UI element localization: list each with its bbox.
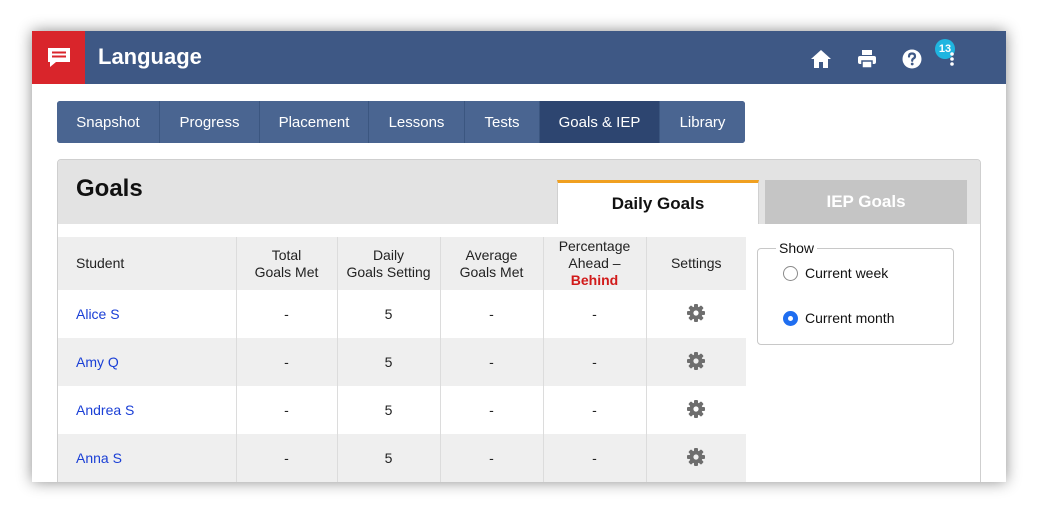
show-legend: Show: [776, 240, 818, 256]
col-student[interactable]: Student: [58, 237, 237, 290]
total-goals-met-cell: -: [236, 290, 338, 338]
student-link[interactable]: Amy Q: [76, 354, 119, 370]
tab-goals-iep[interactable]: Goals & IEP: [540, 101, 660, 143]
percentage-cell: -: [543, 290, 647, 338]
home-icon[interactable]: [810, 48, 832, 70]
gear-icon[interactable]: [686, 447, 706, 467]
total-goals-met-cell: -: [236, 434, 338, 482]
app-window: Language 13 Snapshot Progress Placement …: [32, 31, 1006, 482]
daily-goals-setting-cell: 5: [337, 434, 441, 482]
table-header-row: Student Total Goals Met Daily Goals Sett…: [58, 237, 746, 290]
average-goals-met-cell: -: [440, 338, 544, 386]
student-link[interactable]: Andrea S: [76, 402, 134, 418]
percentage-cell: -: [543, 434, 647, 482]
goals-title: Goals: [76, 175, 143, 202]
tab-daily-goals[interactable]: Daily Goals: [557, 180, 759, 224]
goals-panel-header: Goals Daily Goals IEP Goals: [58, 160, 980, 224]
radio-current-week[interactable]: Current week: [783, 265, 888, 281]
total-goals-met-cell: -: [236, 386, 338, 434]
tab-iep-goals[interactable]: IEP Goals: [765, 180, 967, 224]
table-row: Andrea S - 5 - -: [58, 386, 746, 434]
tab-library[interactable]: Library: [660, 101, 745, 143]
gear-icon[interactable]: [686, 303, 706, 323]
help-icon[interactable]: [901, 48, 923, 70]
gear-icon[interactable]: [686, 351, 706, 371]
col-total-goals-met[interactable]: Total Goals Met: [236, 237, 338, 290]
table-row: Amy Q - 5 - -: [58, 338, 746, 386]
col-settings: Settings: [646, 237, 746, 290]
col-percentage[interactable]: Percentage Ahead – Behind: [543, 237, 647, 290]
average-goals-met-cell: -: [440, 434, 544, 482]
table-row: Alice S - 5 - -: [58, 290, 746, 338]
radio-unchecked-icon[interactable]: [783, 265, 798, 281]
percentage-cell: -: [543, 386, 647, 434]
student-link[interactable]: Anna S: [76, 450, 122, 466]
tab-tests[interactable]: Tests: [465, 101, 540, 143]
col-daily-goals-setting[interactable]: Daily Goals Setting: [337, 237, 441, 290]
radio-label-current-month: Current month: [805, 310, 895, 326]
goals-panel: Goals Daily Goals IEP Goals Student Tota…: [57, 159, 981, 482]
show-filter-group: Show Current week Current month: [757, 240, 954, 345]
print-icon[interactable]: [856, 48, 878, 70]
average-goals-met-cell: -: [440, 290, 544, 338]
goals-table: Student Total Goals Met Daily Goals Sett…: [58, 237, 746, 482]
average-goals-met-cell: -: [440, 386, 544, 434]
more-vertical-icon[interactable]: [947, 48, 957, 70]
radio-checked-icon[interactable]: [783, 310, 798, 326]
daily-goals-setting-cell: 5: [337, 338, 441, 386]
col-average-goals-met[interactable]: Average Goals Met: [440, 237, 544, 290]
app-title: Language: [98, 44, 202, 69]
daily-goals-setting-cell: 5: [337, 290, 441, 338]
header-bar: Language 13: [32, 31, 1006, 84]
percentage-cell: -: [543, 338, 647, 386]
table-row: Anna S - 5 - -: [58, 434, 746, 482]
radio-current-month[interactable]: Current month: [783, 310, 894, 326]
tab-placement[interactable]: Placement: [260, 101, 369, 143]
tab-lessons[interactable]: Lessons: [369, 101, 465, 143]
speech-bubble-icon: [32, 31, 85, 84]
tab-snapshot[interactable]: Snapshot: [57, 101, 160, 143]
main-nav-tabs: Snapshot Progress Placement Lessons Test…: [57, 101, 745, 143]
tab-progress[interactable]: Progress: [160, 101, 260, 143]
total-goals-met-cell: -: [236, 338, 338, 386]
daily-goals-setting-cell: 5: [337, 386, 441, 434]
gear-icon[interactable]: [686, 399, 706, 419]
student-link[interactable]: Alice S: [76, 306, 120, 322]
radio-label-current-week: Current week: [805, 265, 889, 281]
